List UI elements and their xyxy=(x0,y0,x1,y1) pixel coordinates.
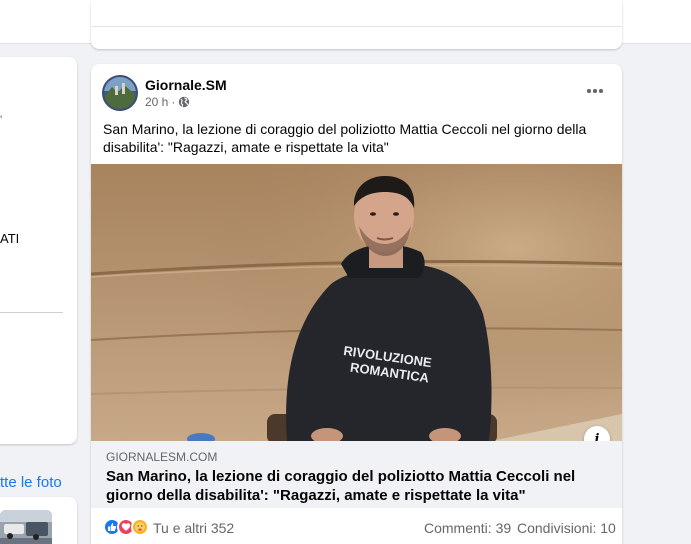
more-horizontal-icon xyxy=(587,89,603,93)
post-timestamp[interactable]: 20 h xyxy=(145,95,168,109)
globe-icon xyxy=(179,96,190,108)
panel-text-fragment: ' xyxy=(0,113,3,127)
post-image[interactable]: RIVOLUZIONE ROMANTICA i xyxy=(91,164,622,441)
comments-count[interactable]: Commenti: 39 xyxy=(424,520,511,536)
post-card: Giornale.SM 20 h · San Marino, la lezion… xyxy=(91,64,622,544)
link-title[interactable]: San Marino, la lezione di coraggio del p… xyxy=(106,467,596,505)
link-preview[interactable]: GIORNALESM.COM San Marino, la lezione di… xyxy=(91,441,622,508)
see-all-photos-link[interactable]: tte le foto xyxy=(0,474,62,491)
divider xyxy=(0,312,63,313)
photos-card xyxy=(0,497,77,544)
page-avatar[interactable] xyxy=(102,75,138,111)
meta-separator: · xyxy=(171,95,176,109)
post-actions-button[interactable] xyxy=(580,78,610,104)
reaction-count[interactable]: Tu e altri 352 xyxy=(153,520,234,536)
panel-text-fragment: ATI xyxy=(0,231,20,246)
shares-count[interactable]: Condivisioni: 10 xyxy=(517,520,616,536)
post-meta: 20 h · xyxy=(145,95,190,109)
post-stats-bar: Tu e altri 352 Commenti: 39 Condivisioni… xyxy=(91,508,622,544)
post-caption: San Marino, la lezione di coraggio del p… xyxy=(103,121,587,155)
page-name-link[interactable]: Giornale.SM xyxy=(145,77,227,93)
left-side-panel: ' ATI xyxy=(0,57,77,444)
care-reaction-icon xyxy=(131,518,149,536)
link-domain: GIORNALESM.COM xyxy=(106,450,218,464)
previous-post-card xyxy=(91,0,622,49)
photo-thumbnail[interactable] xyxy=(0,510,52,544)
reactions-summary[interactable] xyxy=(103,518,149,536)
divider xyxy=(91,26,622,27)
